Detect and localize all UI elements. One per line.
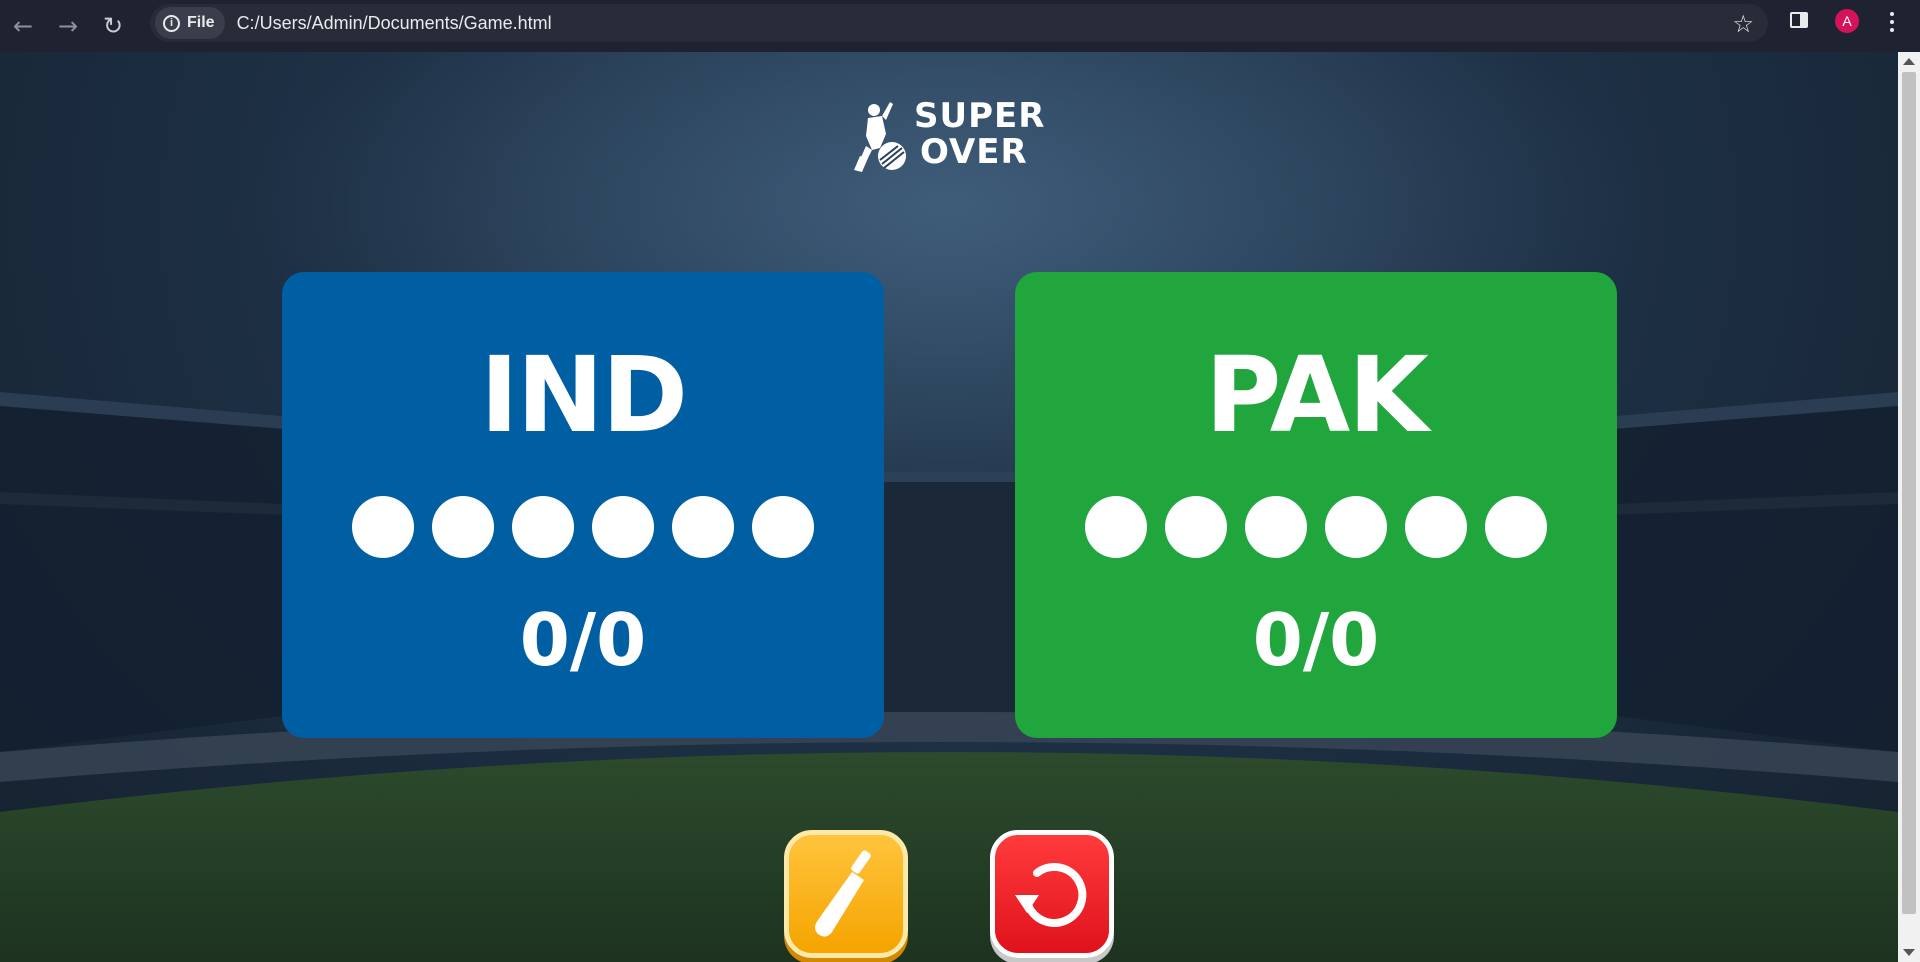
game-viewport: SUPER OVER IND 0/0 PAK 0/0 [0,52,1898,962]
cricket-bat-icon [815,850,871,937]
logo-line-1: SUPER [914,96,1046,136]
ball-indicator [752,496,814,558]
reset-button[interactable] [990,830,1114,958]
ball-indicator [352,496,414,558]
back-button[interactable]: ← [1,4,45,48]
address-bar[interactable]: i File C:/Users/Admin/Documents/Game.htm… [150,4,1768,42]
scrollbar-thumb[interactable] [1902,72,1916,914]
logo-line-2: OVER [920,132,1028,172]
ball-indicator [512,496,574,558]
ball-indicator [592,496,654,558]
site-info-label: File [187,14,215,31]
side-panel-icon[interactable] [1790,12,1808,28]
ball-indicator [672,496,734,558]
back-icon: ← [12,12,34,40]
team-score: 0/0 [1252,598,1380,682]
ball-tracker [1085,496,1547,558]
ball-indicator [1485,496,1547,558]
logo-text: SUPER OVER [914,98,1045,170]
star-icon[interactable]: ☆ [1732,10,1754,38]
reload-button[interactable]: ↻ [91,4,135,48]
cricketer-icon [854,102,906,172]
ball-indicator [1165,496,1227,558]
info-icon: i [163,14,180,32]
page-scrollbar[interactable] [1898,52,1920,962]
ball-indicator [432,496,494,558]
ball-indicator [1325,496,1387,558]
team-card-ind: IND 0/0 [282,272,884,738]
restart-icon [1015,863,1087,927]
forward-button[interactable]: → [46,4,90,48]
kebab-menu-icon[interactable] [1882,8,1902,36]
ball-indicator [1245,496,1307,558]
scroll-down-icon[interactable] [1903,949,1915,956]
profile-avatar[interactable]: A [1835,9,1859,33]
browser-toolbar: ← → ↻ i File C:/Users/Admin/Documents/Ga… [0,0,1920,52]
team-card-pak: PAK 0/0 [1015,272,1617,738]
team-name: IND [479,334,688,456]
url-text[interactable]: C:/Users/Admin/Documents/Game.html [237,13,552,34]
super-over-logo: SUPER OVER [850,96,1050,176]
site-info-chip[interactable]: i File [155,7,225,39]
reload-icon: ↻ [102,12,124,40]
ball-indicator [1405,496,1467,558]
scroll-up-icon[interactable] [1903,58,1915,65]
forward-icon: → [57,12,79,40]
team-name: PAK [1205,334,1429,456]
team-score: 0/0 [519,598,647,682]
ball-indicator [1085,496,1147,558]
bat-button[interactable] [784,830,908,958]
ball-tracker [352,496,814,558]
